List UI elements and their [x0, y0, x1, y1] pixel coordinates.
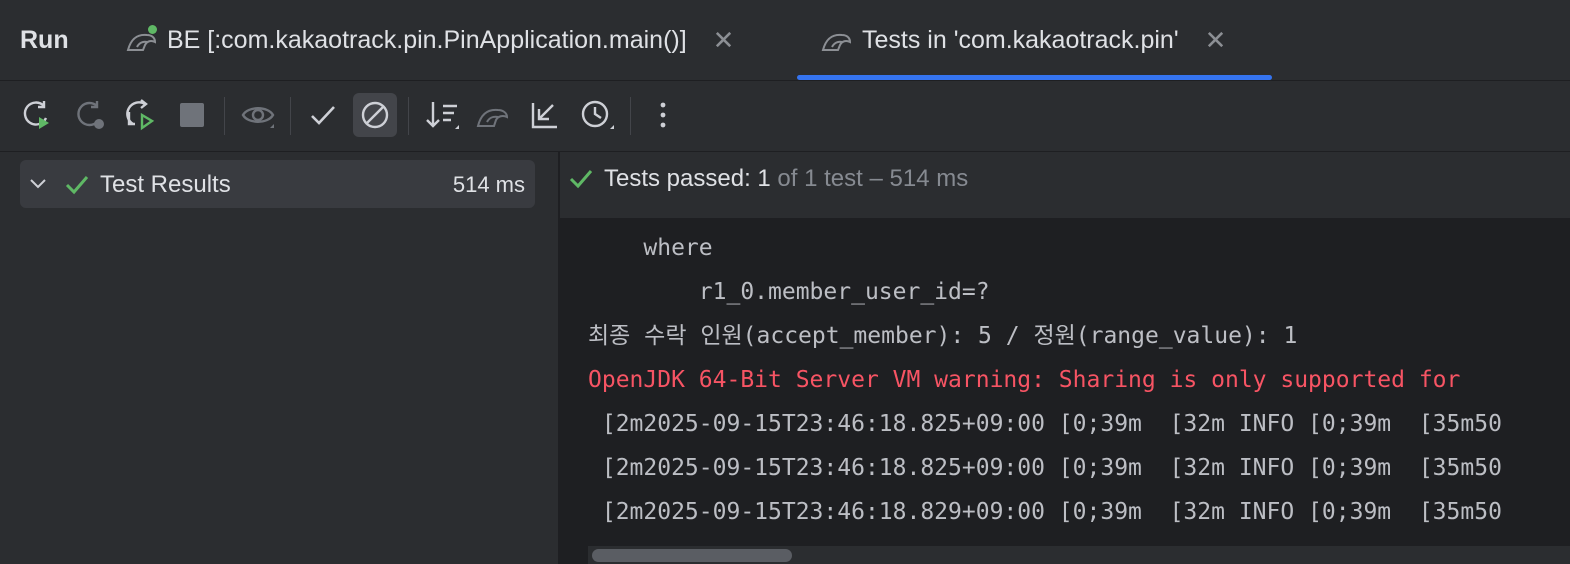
close-icon[interactable]: ✕ [713, 25, 735, 56]
test-runner-toolbar [0, 81, 1570, 152]
tab-tests[interactable]: Tests in 'com.kakaotrack.pin' ✕ [820, 0, 1226, 80]
toolbar-separator [408, 97, 409, 135]
tab-tests-label: Tests in 'com.kakaotrack.pin' [862, 25, 1179, 54]
toolbar-separator [224, 97, 225, 135]
show-ignored-icon [361, 101, 389, 129]
more-options-button[interactable] [641, 93, 685, 137]
rerun-auto-icon [126, 99, 155, 131]
run-label: Run [20, 26, 69, 54]
history-icon [581, 100, 614, 129]
scrollbar-thumb[interactable] [592, 549, 792, 562]
test-results-root-node[interactable]: Test Results 514 ms [20, 160, 535, 208]
test-output-panel: Tests passed: 1 of 1 test – 514 ms where… [560, 152, 1570, 564]
show-passed-button[interactable] [301, 93, 345, 137]
stop-icon [180, 103, 204, 127]
horizontal-scrollbar[interactable] [588, 546, 1570, 564]
show-passed-eye-icon [241, 107, 275, 128]
console-line: where [588, 235, 713, 261]
show-passed-toggle[interactable] [236, 93, 280, 137]
console-line: [2m2025-09-15T23:46:18.825+09:00 [0;39m … [588, 455, 1502, 481]
toolbar-separator [290, 97, 291, 135]
selected-tab-indicator [797, 75, 1272, 80]
rerun-failed-button[interactable] [68, 93, 112, 137]
show-passed-check-icon [311, 106, 335, 125]
tab-app-run-label: BE [:com.kakaotrack.pin.PinApplication.m… [167, 25, 687, 54]
collapse-icon [531, 103, 557, 129]
toolbar-separator [630, 97, 631, 135]
toggle-auto-test-button[interactable] [118, 93, 162, 137]
console-line: 최종 수락 인원(accept_member): 5 / 정원(range_va… [588, 323, 1298, 349]
sort-button[interactable] [420, 93, 464, 137]
console-line: [2m2025-09-15T23:46:18.829+09:00 [0;39m … [588, 499, 1502, 525]
console-warning-line: OpenJDK 64-Bit Server VM warning: Sharin… [588, 367, 1461, 393]
console-line: r1_0.member_user_id=? [588, 279, 990, 305]
test-results-label: Test Results [100, 171, 231, 198]
tab-app-run[interactable]: BE [:com.kakaotrack.pin.PinApplication.m… [125, 0, 734, 80]
more-icon [660, 102, 666, 128]
tests-summary-label: of 1 test – 514 ms [770, 165, 969, 192]
gradle-icon [476, 108, 509, 127]
sort-icon [426, 102, 459, 129]
spring-run-icon [125, 25, 159, 55]
console-line: [2m2025-09-15T23:46:18.825+09:00 [0;39m … [588, 411, 1502, 437]
passed-check-icon [64, 172, 90, 201]
rerun-button[interactable] [15, 93, 59, 137]
console-output[interactable]: where r1_0.member_user_id=? 최종 수락 인원(acc… [560, 219, 1570, 547]
running-indicator-dot [148, 25, 157, 34]
passed-check-icon [568, 166, 594, 195]
collapse-all-button[interactable] [523, 93, 567, 137]
test-status-bar: Tests passed: 1 of 1 test – 514 ms [560, 152, 1570, 219]
gradle-icon [820, 25, 854, 55]
tests-passed-label: Tests passed: 1 [604, 165, 771, 192]
run-tool-window-header: Run BE [:com.kakaotrack.pin.PinApplicati… [0, 0, 1570, 81]
rerun-icon [23, 101, 49, 129]
gradle-tasks-button[interactable] [471, 93, 515, 137]
rerun-failed-icon [77, 101, 104, 129]
test-history-button[interactable] [575, 93, 619, 137]
test-status-text: Tests passed: 1 of 1 test – 514 ms [604, 165, 968, 193]
show-ignored-button[interactable] [353, 93, 397, 137]
test-results-duration: 514 ms [452, 172, 525, 197]
chevron-down-icon[interactable] [28, 173, 48, 198]
test-tree-panel: Test Results 514 ms [0, 152, 560, 564]
close-icon[interactable]: ✕ [1205, 25, 1227, 56]
stop-button[interactable] [170, 93, 214, 137]
